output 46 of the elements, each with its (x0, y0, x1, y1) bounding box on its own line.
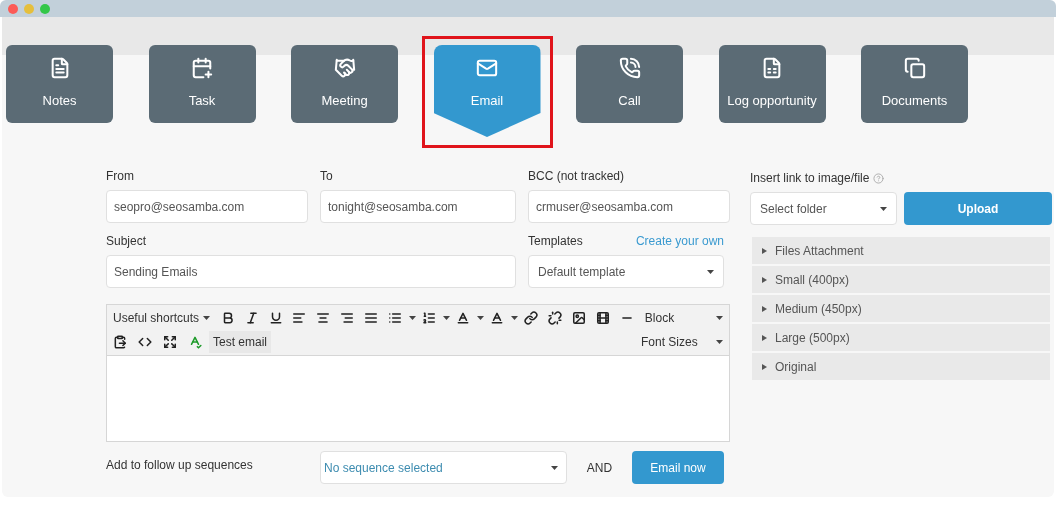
accordion-item[interactable]: Medium (450px) (752, 295, 1050, 322)
caret-icon (408, 316, 416, 320)
caret-icon (203, 316, 211, 320)
field-label: BCC (not tracked) (528, 168, 626, 185)
field-label: From (106, 168, 135, 185)
field-label: Subject (106, 233, 148, 250)
caret-icon (551, 465, 558, 470)
caret-icon (510, 316, 518, 320)
document-icon (761, 57, 783, 79)
folder-select[interactable]: Select folder (750, 192, 897, 225)
joiner-text: AND (585, 459, 614, 477)
caret-icon (716, 340, 723, 344)
sequence-select[interactable]: No sequence selected (320, 451, 567, 484)
activity-tab[interactable]: Call (576, 45, 683, 123)
phone-icon (618, 57, 641, 79)
caret-icon (880, 206, 887, 211)
block-dropdown[interactable]: Block (640, 307, 727, 329)
shortcuts-dropdown[interactable]: Useful shortcuts (109, 307, 215, 329)
accordion-item[interactable]: Files Attachment (752, 237, 1050, 264)
follow-up-label: Add to follow up sequences (106, 456, 254, 474)
insert-link-label: Insert link to image/file (750, 170, 870, 187)
accordion-item[interactable]: Original (752, 353, 1050, 380)
email-field[interactable]: crmuser@seosamba.com (528, 190, 730, 223)
activity-tab[interactable]: Log opportunity (718, 45, 826, 123)
accordion-item[interactable]: Small (400px) (752, 266, 1050, 293)
accordion-item[interactable]: Large (500px) (752, 324, 1050, 351)
email-field[interactable]: tonight@seosamba.com (320, 190, 516, 223)
email-field[interactable]: seopro@seosamba.com (106, 190, 308, 223)
handshake-icon (333, 57, 356, 79)
caret-icon (476, 316, 484, 320)
font-size-dropdown[interactable]: Font Sizes (637, 331, 727, 353)
envelope-icon (476, 57, 498, 79)
caret-icon (707, 269, 714, 274)
calendar-plus-icon (191, 57, 213, 79)
activity-tab[interactable]: Meeting (291, 45, 398, 123)
caret-icon (442, 316, 450, 320)
caret-icon (716, 316, 723, 320)
field-label: To (320, 168, 334, 185)
subject-field[interactable]: Sending Emails (106, 255, 516, 288)
activity-tab[interactable]: Task (148, 45, 256, 123)
template-select[interactable]: Default template (528, 255, 724, 288)
test-email-button[interactable]: Test email (209, 331, 272, 353)
copy-icon (903, 57, 926, 79)
activity-tab[interactable]: Documents (861, 45, 968, 123)
field-label: Templates (528, 233, 583, 250)
activity-tab[interactable]: Notes (6, 45, 113, 123)
